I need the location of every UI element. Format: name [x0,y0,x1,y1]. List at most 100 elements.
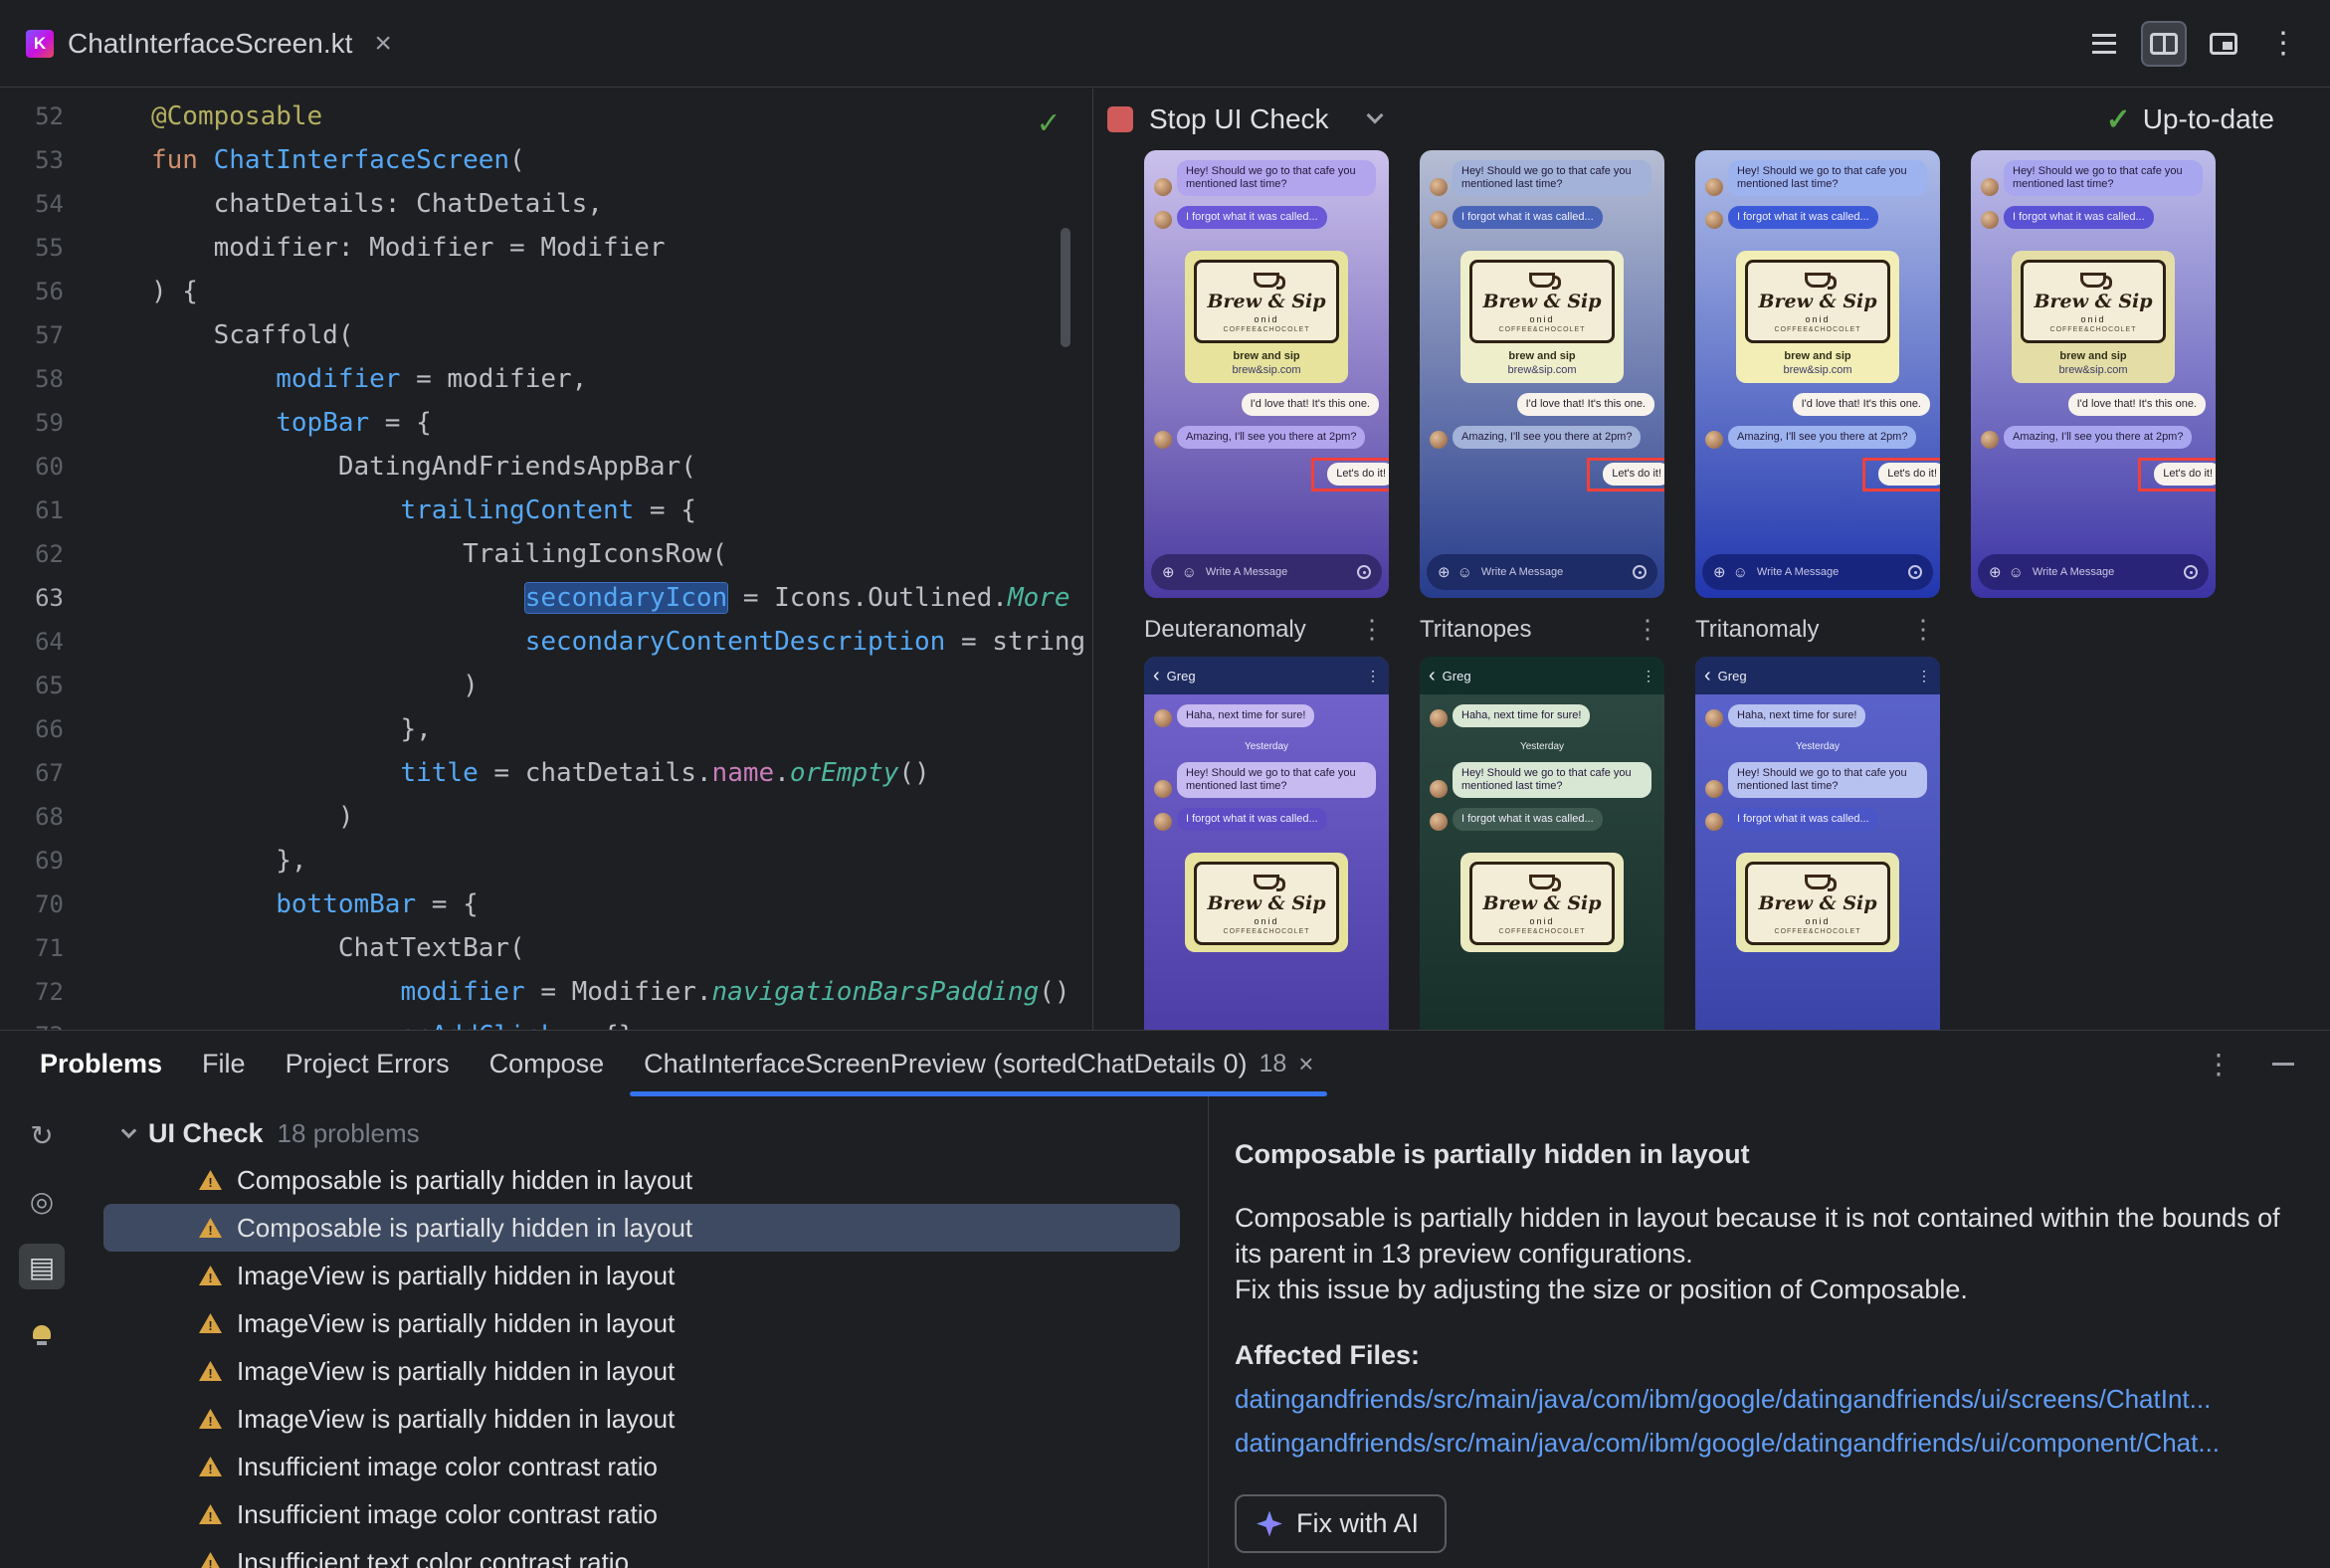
panel-tab[interactable]: Problems [20,1031,182,1096]
preview-phone[interactable]: ‹ Greg ⋮ Haha, next time for sure! Yesterday… [1144,657,1389,1030]
message-input-bar[interactable]: ⊕ ☺ Write A Message [1702,554,1933,590]
kebab-menu-icon[interactable]: ⋮ [1635,614,1664,645]
kebab-menu-icon[interactable]: ⋮ [1359,614,1389,645]
chat-message: Amazing, I'll see you there at 2pm? [1695,426,1940,449]
code-line[interactable]: 52 @Composable [0,95,1092,138]
code-line[interactable]: 59 topBar = { [0,401,1092,445]
message-input-bar[interactable]: ⊕ ☺ Write A Message [1151,554,1382,590]
plus-icon[interactable]: ⊕ [1989,563,2002,581]
code-line[interactable]: 69 }, [0,839,1092,882]
code-line[interactable]: 65 ) [0,664,1092,707]
split-editor-icon[interactable] [2141,20,2187,67]
editor-tab[interactable]: K ChatInterfaceScreen.kt × [10,0,418,87]
preview-phone[interactable]: Hey! Should we go to that cafe you menti… [1971,150,2216,598]
chevron-down-icon[interactable] [1366,106,1384,124]
details-view-icon[interactable]: ▤ [19,1244,65,1289]
problem-row[interactable]: ! ImageView is partially hidden in layout [103,1252,1180,1299]
code-line[interactable]: 53 fun ChatInterfaceScreen( [0,138,1092,182]
collapse-chevron-icon[interactable] [120,1122,137,1138]
chat-message: I forgot what it was called... [1144,206,1389,229]
kebab-menu-icon[interactable]: ⋮ [2260,21,2306,67]
code-line[interactable]: 55 modifier: Modifier = Modifier [0,226,1092,270]
chat-bubble: Hey! Should we go to that cafe you menti… [1728,160,1927,196]
code-token: TrailingIconsRow( [151,539,728,569]
affected-file-link[interactable]: datingandfriends/src/main/java/com/ibm/g… [1235,1425,2290,1461]
problem-row[interactable]: ! Insufficient image color contrast ratio [103,1443,1180,1490]
code-line[interactable]: 66 }, [0,707,1092,751]
tab-close-icon[interactable]: × [374,27,392,61]
preview-frame-icon[interactable] [2201,21,2246,67]
emoji-icon[interactable]: ☺ [1182,564,1197,581]
message-input-bar[interactable]: ⊕ ☺ Write A Message [1427,554,1657,590]
structure-icon[interactable] [2081,21,2127,67]
kebab-menu-icon[interactable]: ⋮ [1917,668,1931,685]
preview-eye-icon[interactable]: ◎ [19,1178,65,1224]
preview-phone[interactable]: Hey! Should we go to that cafe you menti… [1144,150,1389,598]
back-icon[interactable]: ‹ [1429,666,1436,686]
message-input-bar[interactable]: ⊕ ☺ Write A Message [1978,554,2209,590]
problem-row[interactable]: ! ImageView is partially hidden in layout [103,1395,1180,1443]
emoji-icon[interactable]: ☺ [2009,564,2024,581]
emoji-icon[interactable]: ☺ [1733,564,1748,581]
problem-text: Insufficient image color contrast ratio [237,1498,658,1529]
tab-close-icon[interactable]: × [1298,1049,1313,1079]
preview-phone[interactable]: Hey! Should we go to that cafe you menti… [1420,150,1664,598]
kebab-menu-icon[interactable]: ⋮ [1910,614,1940,645]
tree-group-header[interactable]: UI Check 18 problems [84,1110,1208,1156]
refresh-icon[interactable]: ↻ [19,1112,65,1158]
problem-row[interactable]: ! ImageView is partially hidden in layout [103,1347,1180,1395]
preview-phone[interactable]: ‹ Greg ⋮ Haha, next time for sure! Yesterday… [1695,657,1940,1030]
panel-tab[interactable]: Project Errors [266,1031,470,1096]
panel-tab[interactable]: ChatInterfaceScreenPreview (sortedChatDe… [624,1031,1333,1096]
code-token: ChatTextBar( [151,933,525,963]
code-token: modifier [276,364,401,394]
affected-file-link[interactable]: datingandfriends/src/main/java/com/ibm/g… [1235,1381,2290,1417]
code-line[interactable]: 72 modifier = Modifier.navigationBarsPad… [0,970,1092,1014]
build-status: ✓ Up-to-date [2106,102,2330,137]
camera-icon[interactable] [1357,565,1371,579]
preview-phone[interactable]: Hey! Should we go to that cafe you menti… [1695,150,1940,598]
preview-phone[interactable]: ‹ Greg ⋮ Haha, next time for sure! Yesterday… [1420,657,1664,1030]
back-icon[interactable]: ‹ [1153,666,1160,686]
camera-icon[interactable] [2184,565,2198,579]
code-line[interactable]: 57 Scaffold( [0,313,1092,357]
code-line[interactable]: 63 secondaryIcon = Icons.Outlined.More [0,576,1092,620]
problem-row[interactable]: ! ImageView is partially hidden in layout [103,1299,1180,1347]
problem-row[interactable]: ! Composable is partially hidden in layou… [103,1156,1180,1204]
camera-icon[interactable] [1633,565,1647,579]
code-line[interactable]: 64 secondaryContentDescription = string [0,620,1092,664]
problem-row[interactable]: ! Insufficient text color contrast ratio [103,1538,1180,1568]
panel-tab[interactable]: Compose [470,1031,625,1096]
kebab-menu-icon[interactable]: ⋮ [1642,668,1655,685]
editor-scrollbar[interactable] [1061,228,1070,347]
lightbulb-icon[interactable] [19,1309,65,1355]
code-line[interactable]: 56) { [0,270,1092,313]
code-editor[interactable]: 52 @Composable 53 fun ChatInterfaceScreen(5… [0,89,1092,1030]
code-line[interactable]: 61 trailingContent = { [0,489,1092,532]
code-line[interactable]: 60 DatingAndFriendsAppBar( [0,445,1092,489]
code-line[interactable]: 71 ChatTextBar( [0,926,1092,970]
kebab-menu-icon[interactable]: ⋮ [1366,668,1380,685]
stop-ui-check-button[interactable]: Stop UI Check [1107,103,1384,135]
code-line[interactable]: 70 bottomBar = { [0,882,1092,926]
back-icon[interactable]: ‹ [1704,666,1711,686]
code-line[interactable]: 54 chatDetails: ChatDetails, [0,182,1092,226]
code-line[interactable]: 68 ) [0,795,1092,839]
kebab-menu-icon[interactable]: ⋮ [2205,1048,2233,1080]
editor-toolbar-actions: ⋮ [2081,20,2330,67]
camera-icon[interactable] [1908,565,1922,579]
fix-with-ai-button[interactable]: Fix with AI [1235,1494,1448,1553]
plus-icon[interactable]: ⊕ [1438,563,1451,581]
plus-icon[interactable]: ⊕ [1713,563,1726,581]
problem-row[interactable]: ! Insufficient image color contrast ratio [103,1490,1180,1538]
code-line[interactable]: 67 title = chatDetails.name.orEmpty() [0,751,1092,795]
minimize-icon[interactable] [2272,1062,2294,1066]
problem-row[interactable]: ! Composable is partially hidden in layou… [103,1204,1180,1252]
code-line[interactable]: 62 TrailingIconsRow( [0,532,1092,576]
code-line[interactable]: 73 onAddClick = {} [0,1014,1092,1030]
brand-tagline: COFFEE&CHOCOLET [1223,928,1310,935]
panel-tab[interactable]: File [182,1031,266,1096]
code-line[interactable]: 58 modifier = modifier, [0,357,1092,401]
plus-icon[interactable]: ⊕ [1162,563,1175,581]
emoji-icon[interactable]: ☺ [1457,564,1472,581]
